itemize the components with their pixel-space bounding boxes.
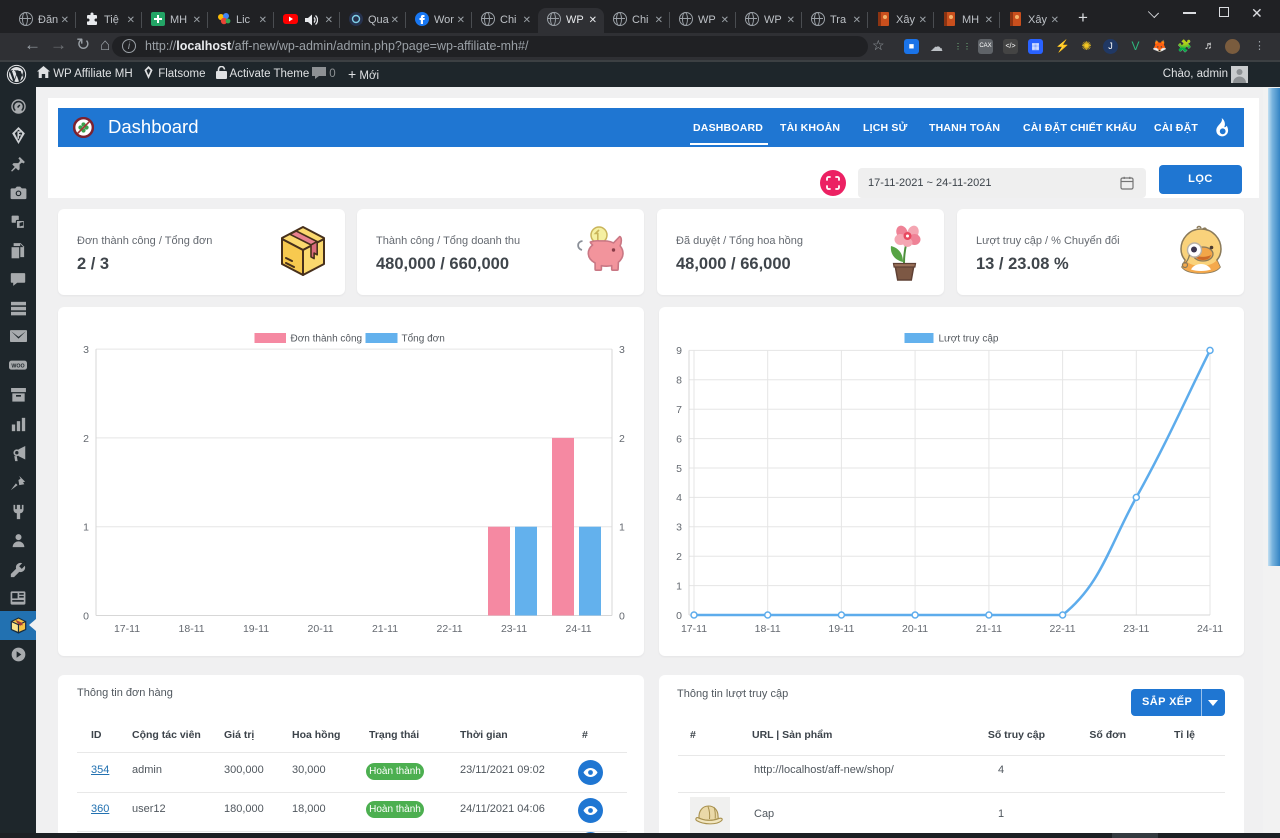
svg-text:0: 0 xyxy=(83,610,89,622)
svg-text:Lượt truy cập: Lượt truy cập xyxy=(939,334,999,345)
svg-text:22-11: 22-11 xyxy=(437,623,463,635)
svg-text:5: 5 xyxy=(676,463,682,475)
svg-text:Tổng đơn: Tổng đơn xyxy=(402,333,445,345)
svg-text:24-11: 24-11 xyxy=(566,623,592,635)
svg-text:Đơn thành công: Đơn thành công xyxy=(291,334,363,345)
svg-text:24-11: 24-11 xyxy=(1197,623,1223,635)
svg-text:3: 3 xyxy=(619,344,625,356)
svg-text:20-11: 20-11 xyxy=(902,623,928,635)
svg-text:17-11: 17-11 xyxy=(114,623,140,635)
svg-text:2: 2 xyxy=(83,433,89,445)
svg-text:1: 1 xyxy=(83,522,89,534)
svg-text:7: 7 xyxy=(676,404,682,416)
svg-text:19-11: 19-11 xyxy=(828,623,854,635)
svg-text:0: 0 xyxy=(619,610,625,622)
svg-text:2: 2 xyxy=(619,433,625,445)
svg-text:1: 1 xyxy=(676,580,682,592)
svg-text:19-11: 19-11 xyxy=(243,623,269,635)
svg-text:0: 0 xyxy=(676,610,682,622)
svg-text:18-11: 18-11 xyxy=(755,623,781,635)
svg-text:17-11: 17-11 xyxy=(681,623,707,635)
svg-text:2: 2 xyxy=(676,551,682,563)
svg-text:6: 6 xyxy=(676,433,682,445)
svg-text:18-11: 18-11 xyxy=(179,623,205,635)
svg-text:9: 9 xyxy=(676,345,682,357)
svg-text:8: 8 xyxy=(676,375,682,387)
svg-text:22-11: 22-11 xyxy=(1050,623,1076,635)
svg-text:4: 4 xyxy=(676,492,682,504)
svg-text:23-11: 23-11 xyxy=(501,623,527,635)
svg-text:20-11: 20-11 xyxy=(308,623,334,635)
svg-text:21-11: 21-11 xyxy=(372,623,398,635)
svg-text:3: 3 xyxy=(676,522,682,534)
svg-text:WOO: WOO xyxy=(11,364,24,370)
svg-text:21-11: 21-11 xyxy=(976,623,1002,635)
svg-text:23-11: 23-11 xyxy=(1123,623,1149,635)
svg-text:1: 1 xyxy=(619,522,625,534)
svg-text:3: 3 xyxy=(83,344,89,356)
